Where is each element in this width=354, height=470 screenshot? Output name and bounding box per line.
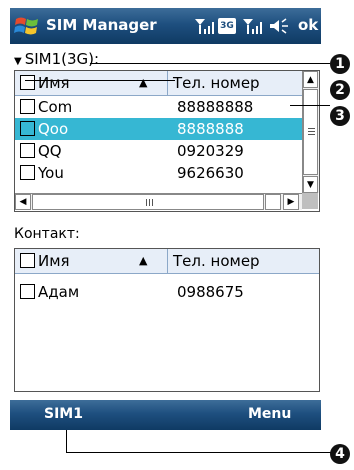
- table-row[interactable]: QQ 0920329: [15, 140, 302, 162]
- title-bar: SIM Manager 3G ok: [10, 8, 321, 44]
- column-header-name[interactable]: Имя: [38, 249, 70, 273]
- sim-section-label: SIM1(3G):: [24, 50, 100, 68]
- callout-1: 1: [330, 54, 350, 74]
- ok-button[interactable]: ok: [298, 16, 318, 34]
- volume-icon[interactable]: [268, 17, 290, 35]
- table-row[interactable]: You 9626630: [15, 162, 302, 184]
- sim-section-header[interactable]: ▼ SIM1(3G):: [14, 50, 99, 68]
- callout-line-2: [25, 80, 175, 81]
- callout-line-4-vertical: [66, 430, 67, 452]
- horizontal-scroll-thumb[interactable]: [32, 194, 264, 210]
- scroll-up-arrow-icon[interactable]: ▲: [303, 71, 318, 88]
- scroll-left-arrow-icon[interactable]: ◀: [15, 194, 31, 210]
- callout-3: 3: [330, 106, 350, 126]
- softkey-left-sim1[interactable]: SIM1: [44, 406, 83, 422]
- row-checkbox[interactable]: [20, 284, 35, 299]
- contact-name: Адам: [38, 283, 80, 301]
- contact-phone: 88888888: [177, 98, 254, 116]
- contact-name: Qoo: [38, 120, 69, 138]
- contact-name: Com: [38, 98, 73, 116]
- contact-phone: 0920329: [177, 142, 244, 160]
- signal-icon[interactable]: [194, 17, 214, 35]
- scroll-down-arrow-icon[interactable]: ▼: [303, 176, 318, 193]
- column-divider[interactable]: [167, 71, 168, 95]
- callout-4: 4: [330, 444, 350, 464]
- callout-line-1: [90, 63, 330, 64]
- row-checkbox[interactable]: [20, 121, 35, 136]
- column-header-phone[interactable]: Тел. номер: [173, 71, 260, 95]
- sim-contact-table: Имя ▲ Тел. номер Com 88888888 Qoo 888888…: [14, 70, 320, 212]
- collapse-triangle-icon[interactable]: ▼: [14, 56, 22, 67]
- softkey-bar: SIM1 Menu: [10, 400, 321, 430]
- column-divider[interactable]: [167, 249, 168, 273]
- table-header: Имя ▲ Тел. номер: [15, 71, 302, 96]
- row-checkbox[interactable]: [20, 143, 35, 158]
- contact-name: QQ: [38, 142, 62, 160]
- phone-contact-table: Имя ▲ Тел. номер Адам 0988675: [14, 248, 320, 392]
- callout-2: 2: [330, 80, 350, 100]
- column-header-name[interactable]: Имя: [38, 71, 70, 95]
- app-title: SIM Manager: [46, 16, 157, 34]
- contact-phone: 9626630: [177, 164, 244, 182]
- scroll-thumb[interactable]: [303, 89, 318, 175]
- table-row-selected[interactable]: Qoo 8888888: [15, 118, 302, 140]
- callout-line-4-horizontal: [66, 452, 332, 453]
- select-all-checkbox[interactable]: [20, 75, 35, 90]
- row-checkbox[interactable]: [20, 99, 35, 114]
- signal-strength-icon[interactable]: [242, 17, 262, 35]
- contact-name: You: [38, 164, 64, 182]
- contacts-section-label: Контакт:: [14, 226, 80, 242]
- horizontal-scrollbar[interactable]: ◀ ▶: [15, 193, 302, 210]
- table-row[interactable]: Адам 0988675: [15, 281, 319, 303]
- column-header-phone[interactable]: Тел. номер: [173, 249, 260, 273]
- windows-flag-icon[interactable]: [14, 14, 40, 38]
- select-all-checkbox[interactable]: [20, 253, 35, 268]
- row-checkbox[interactable]: [20, 165, 35, 180]
- sort-ascending-icon[interactable]: ▲: [139, 71, 147, 95]
- scrollbar-corner: [302, 193, 318, 209]
- scroll-track-end[interactable]: [265, 194, 281, 210]
- table-header: Имя ▲ Тел. номер: [15, 249, 319, 274]
- scroll-right-arrow-icon[interactable]: ▶: [283, 194, 299, 210]
- table-row[interactable]: Com 88888888: [15, 96, 302, 118]
- sort-ascending-icon[interactable]: ▲: [139, 249, 147, 273]
- callout-line-3: [290, 105, 330, 106]
- 3g-icon[interactable]: 3G: [218, 18, 236, 34]
- contact-phone: 0988675: [177, 283, 244, 301]
- softkey-right-menu[interactable]: Menu: [248, 406, 291, 422]
- contact-phone: 8888888: [177, 120, 244, 138]
- vertical-scrollbar[interactable]: ▲ ▼: [302, 71, 319, 193]
